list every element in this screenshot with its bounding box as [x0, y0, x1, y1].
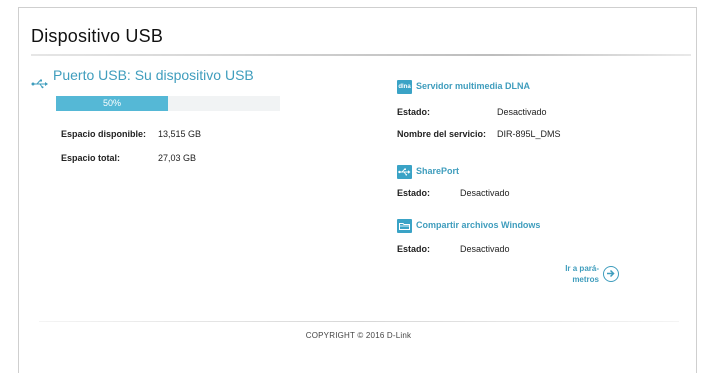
- footer-divider: [39, 321, 679, 322]
- title-divider: [31, 54, 691, 56]
- go-to-settings-line1: Ir a pará-: [565, 264, 599, 273]
- folder-icon: [397, 219, 412, 233]
- storage-progress-fill: 50%: [56, 96, 168, 111]
- available-space-label: Espacio disponible:: [61, 129, 147, 139]
- usb-icon: [397, 165, 412, 179]
- go-to-settings-link[interactable]: Ir a pará- metros: [559, 263, 623, 291]
- dlna-title: Servidor multimedia DLNA: [416, 81, 531, 91]
- dlna-service-name-label: Nombre del servicio:: [397, 129, 487, 139]
- available-space-value: 13,515 GB: [158, 129, 202, 139]
- go-to-settings-label: Ir a pará- metros: [559, 263, 599, 285]
- page-title: Dispositivo USB: [31, 26, 164, 46]
- dlna-status-label: Estado:: [397, 107, 431, 117]
- usb-icon: [31, 79, 48, 89]
- windows-sharing-title: Compartir archivos Windows: [416, 220, 541, 230]
- shareport-status-label: Estado:: [397, 188, 431, 198]
- arrow-right-circle-icon[interactable]: [603, 266, 619, 282]
- shareport-title: SharePort: [416, 166, 460, 176]
- shareport-status-value: Desactivado: [460, 188, 510, 198]
- dlna-service-name-value: DIR-895L_DMS: [497, 129, 561, 139]
- usb-device-panel: Dispositivo USB Puerto USB: Su dispositi…: [18, 7, 697, 373]
- go-to-settings-line2: metros: [572, 275, 599, 284]
- usb-port-title: Puerto USB: Su dispositivo USB: [53, 67, 254, 83]
- storage-progress-bar: 50%: [56, 96, 280, 111]
- total-space-value: 27,03 GB: [158, 153, 197, 163]
- dlna-status-value: Desactivado: [497, 107, 547, 117]
- windows-sharing-status-value: Desactivado: [460, 244, 510, 254]
- dlna-icon: dlna: [397, 80, 412, 94]
- total-space-label: Espacio total:: [61, 153, 121, 163]
- windows-sharing-status-label: Estado:: [397, 244, 431, 254]
- copyright-text: COPYRIGHT © 2016 D-Link: [305, 331, 412, 340]
